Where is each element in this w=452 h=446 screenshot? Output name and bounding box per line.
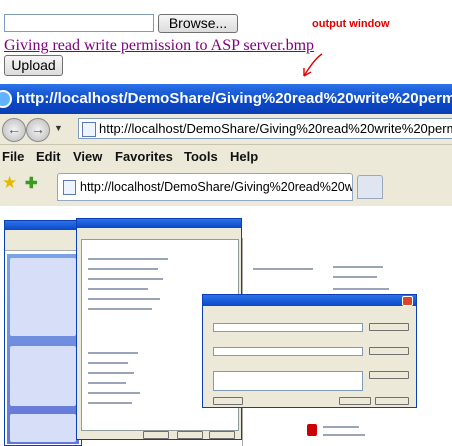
browse-button[interactable]: Browse...	[158, 14, 238, 33]
dropdown-icon[interactable]: ▼	[54, 123, 63, 133]
explorer-window	[4, 220, 82, 446]
menu-tools[interactable]: Tools	[184, 149, 218, 164]
output-window-label: output window	[312, 18, 390, 30]
forward-icon[interactable]: →	[26, 118, 50, 142]
navigation-bar: ← → ▼ http://localhost/DemoShare/Giving%…	[0, 114, 452, 145]
add-favorites-icon[interactable]: ✚	[25, 174, 38, 192]
new-tab-icon[interactable]	[357, 175, 383, 199]
address-text: http://localhost/DemoShare/Giving%20read…	[99, 121, 452, 136]
page-icon	[82, 122, 96, 137]
uploaded-image	[0, 206, 452, 446]
menu-help[interactable]: Help	[230, 149, 258, 164]
menu-bar: File Edit View Favorites Tools Help	[0, 145, 452, 169]
tab-current[interactable]: http://localhost/DemoShare/Giving%20read…	[57, 173, 353, 201]
page-icon	[63, 180, 76, 195]
browser-title: http://localhost/DemoShare/Giving%20read…	[16, 90, 452, 107]
menu-favorites[interactable]: Favorites	[115, 149, 173, 164]
red-arrow-icon	[303, 53, 323, 77]
file-input[interactable]	[4, 14, 154, 32]
ie-icon	[0, 90, 12, 109]
menu-file[interactable]: File	[2, 149, 24, 164]
menu-edit[interactable]: Edit	[36, 149, 61, 164]
select-users-dialog	[202, 294, 417, 408]
address-bar[interactable]: http://localhost/DemoShare/Giving%20read…	[78, 118, 452, 139]
browser-title-bar: http://localhost/DemoShare/Giving%20read…	[0, 84, 452, 114]
upload-button[interactable]: Upload	[4, 55, 63, 76]
favorites-star-icon[interactable]: ★	[2, 173, 17, 193]
tab-title: http://localhost/DemoShare/Giving%20read…	[80, 180, 353, 194]
uploaded-file-link[interactable]: Giving read write permission to ASP serv…	[4, 37, 314, 55]
back-icon[interactable]: ←	[2, 118, 26, 142]
tab-bar: ★ ✚ http://localhost/DemoShare/Giving%20…	[0, 169, 452, 207]
menu-view[interactable]: View	[73, 149, 102, 164]
